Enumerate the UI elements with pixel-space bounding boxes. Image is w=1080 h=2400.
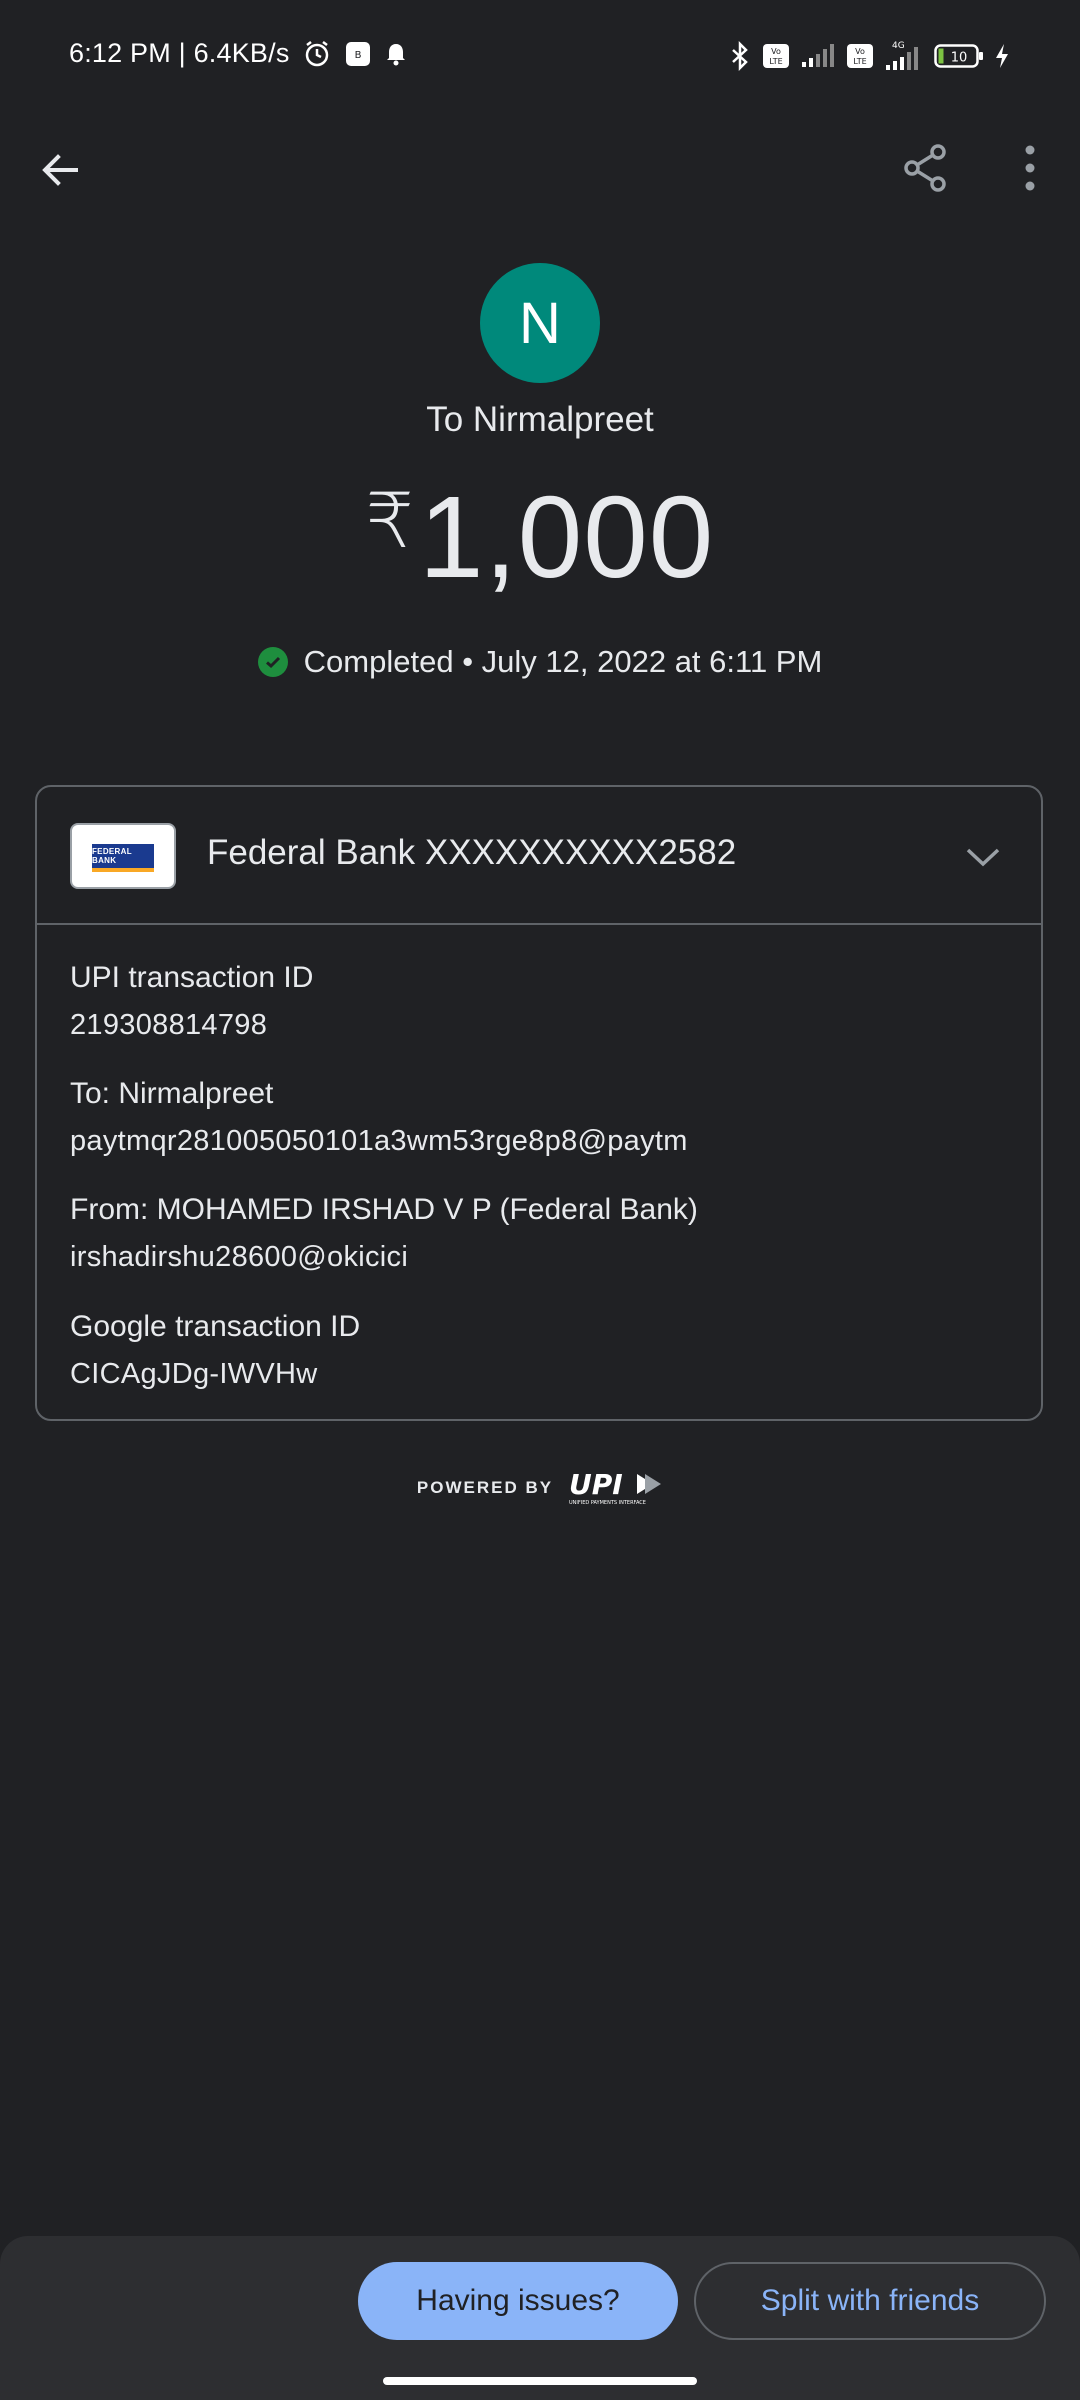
svg-text:Vo: Vo xyxy=(771,47,781,56)
powered-by-upi: POWERED BY UPI UNIFIED PAYMENTS INTERFAC… xyxy=(0,1470,1080,1506)
currency-symbol: ₹ xyxy=(365,479,416,564)
more-vert-icon xyxy=(1025,145,1035,191)
bank-logo-mark: FEDERAL BANK xyxy=(92,844,154,872)
app-notification-icon: B xyxy=(344,40,372,68)
status-bar: 6:12 PM | 6.4KB/s B Vo LTE Vo LTE 4G 10 xyxy=(0,0,1080,120)
detail-label: To: Nirmalpreet xyxy=(70,1077,274,1110)
detail-value: 219308814798 xyxy=(70,1009,268,1041)
transaction-status: Completed • July 12, 2022 at 6:11 PM xyxy=(0,644,1080,680)
powered-by-text: POWERED BY xyxy=(416,1478,554,1497)
recipient-title: To Nirmalpreet xyxy=(426,400,654,439)
screen: 6:12 PM | 6.4KB/s B Vo LTE Vo LTE 4G 10 … xyxy=(0,0,1080,2400)
bluetooth-icon xyxy=(728,41,752,71)
upi-logo: UPI UNIFIED PAYMENTS INTERFACE xyxy=(569,1470,662,1506)
back-button[interactable] xyxy=(36,146,84,194)
upi-logo-text: UPI xyxy=(569,1470,623,1501)
split-with-friends-button[interactable]: Split with friends xyxy=(694,2262,1046,2340)
arrow-back-icon xyxy=(42,154,78,186)
signal-icon: 4G xyxy=(884,40,924,72)
bank-account-row[interactable]: FEDERAL BANK Federal Bank XXXXXXXXXX2582 xyxy=(37,787,1041,925)
detail-label: Google transaction ID xyxy=(70,1310,361,1343)
share-button[interactable] xyxy=(900,142,952,194)
detail-to: To: Nirmalpreet paytmqr281005050101a3wm5… xyxy=(70,1073,688,1163)
svg-text:LTE: LTE xyxy=(853,57,866,66)
detail-value: CICAgJDg-IWVHw xyxy=(70,1358,318,1390)
bank-logo: FEDERAL BANK xyxy=(70,823,176,889)
bottom-action-bar: Having issues? Split with friends xyxy=(0,2236,1080,2400)
more-options-button[interactable] xyxy=(1010,142,1050,194)
detail-label: From: MOHAMED IRSHAD V P (Federal Bank) xyxy=(70,1193,698,1226)
volte-icon: Vo LTE xyxy=(846,43,874,69)
having-issues-button[interactable]: Having issues? xyxy=(358,2262,678,2340)
detail-value: irshadirshu28600@okicici xyxy=(70,1241,409,1273)
bank-account-name: Federal Bank XXXXXXXXXX2582 xyxy=(207,833,737,872)
status-text: Completed • July 12, 2022 at 6:11 PM xyxy=(303,644,823,679)
home-indicator[interactable] xyxy=(383,2377,697,2385)
network-type-label: 4G xyxy=(892,41,905,51)
upi-logo-subtext: UNIFIED PAYMENTS INTERFACE xyxy=(569,1500,646,1506)
status-left: 6:12 PM | 6.4KB/s B xyxy=(69,38,408,69)
volte-icon: Vo LTE xyxy=(762,43,790,69)
status-time-speed: 6:12 PM | 6.4KB/s xyxy=(69,38,290,68)
detail-label: UPI transaction ID xyxy=(70,961,314,994)
bell-icon xyxy=(384,41,408,67)
svg-text:B: B xyxy=(354,50,361,61)
amount-value: 1,000 xyxy=(419,472,715,602)
svg-text:Vo: Vo xyxy=(855,47,865,56)
battery-icon: 10 xyxy=(934,43,984,69)
detail-upi-transaction-id: UPI transaction ID 219308814798 xyxy=(70,957,313,1047)
status-right: Vo LTE Vo LTE 4G 10 xyxy=(728,40,1010,72)
charging-icon xyxy=(994,43,1010,69)
detail-value: paytmqr281005050101a3wm53rge8p8@paytm xyxy=(70,1125,688,1157)
avatar: N xyxy=(480,263,600,383)
amount: ₹1,000 xyxy=(0,470,1080,604)
signal-icon xyxy=(800,43,836,69)
app-bar xyxy=(0,120,1080,260)
detail-google-transaction-id: Google transaction ID CICAgJDg-IWVHw xyxy=(70,1306,360,1396)
alarm-icon xyxy=(302,39,332,69)
share-icon xyxy=(904,144,946,192)
svg-text:LTE: LTE xyxy=(769,57,782,66)
chevron-down-icon[interactable] xyxy=(963,837,1003,877)
check-circle-icon xyxy=(257,647,288,677)
battery-level: 10 xyxy=(951,51,968,66)
detail-from: From: MOHAMED IRSHAD V P (Federal Bank) … xyxy=(70,1189,698,1279)
transaction-details-card: FEDERAL BANK Federal Bank XXXXXXXXXX2582… xyxy=(35,785,1043,1421)
